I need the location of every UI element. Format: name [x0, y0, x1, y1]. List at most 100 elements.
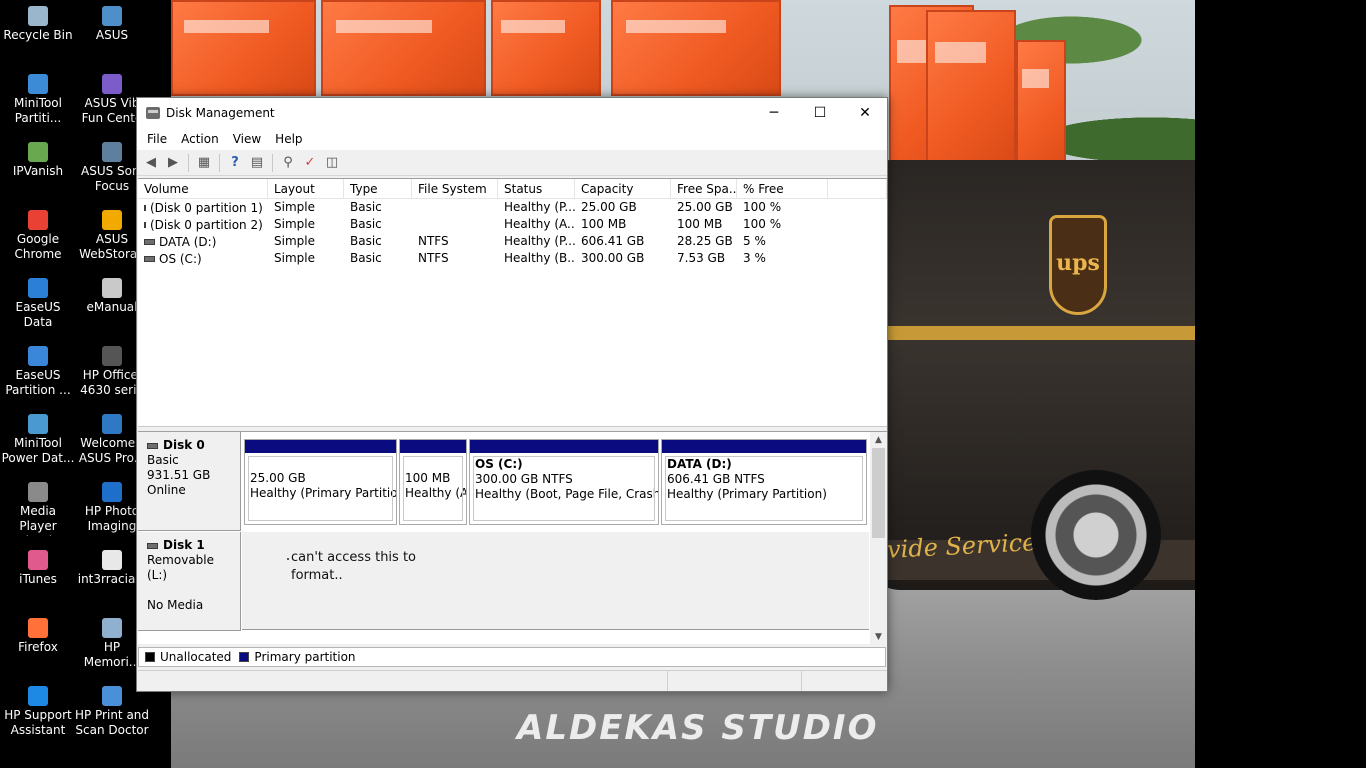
- column-status[interactable]: Status: [498, 179, 575, 198]
- cell-status: Healthy (P...: [504, 234, 575, 248]
- desktop-icon-ipvanish[interactable]: IPVanish: [0, 142, 76, 179]
- column-layout[interactable]: Layout: [268, 179, 344, 198]
- desktop-icon-minitool[interactable]: MiniTool Partiti...: [0, 74, 76, 126]
- checklist-icon[interactable]: ✓: [300, 153, 320, 173]
- column-type[interactable]: Type: [344, 179, 412, 198]
- annotation-line-1: can't access this to: [291, 550, 416, 565]
- desktop-icon-chrome[interactable]: Google Chrome: [0, 210, 76, 262]
- menu-view[interactable]: View: [226, 132, 268, 146]
- table-row[interactable]: DATA (D:) Simple Basic NTFS Healthy (P... 606…: [138, 233, 887, 250]
- close-button[interactable]: ✕: [842, 98, 888, 128]
- column-free-space[interactable]: Free Spa...: [671, 179, 737, 198]
- disk-area-scrollbar[interactable]: ▲ ▼: [870, 432, 887, 644]
- chrome-icon: [28, 210, 48, 230]
- asus-vibe-icon: [102, 74, 122, 94]
- desktop-icon-label: MiniTool Power Dat...: [1, 436, 75, 465]
- cell-capacity: 100 MB: [581, 217, 627, 231]
- table-row[interactable]: (Disk 0 partition 2) Simple Basic Healthy (…: [138, 216, 887, 233]
- connect-icon[interactable]: ⚲: [278, 153, 298, 173]
- desktop-icon-itunes[interactable]: iTunes: [0, 550, 76, 587]
- disk-1-empty-area[interactable]: can't access this to format..: [242, 532, 869, 630]
- column-volume[interactable]: Volume: [138, 179, 268, 198]
- annotation-line-2: format..: [291, 568, 343, 583]
- table-row[interactable]: (Disk 0 partition 1) Simple Basic Healthy (…: [138, 199, 887, 216]
- desktop-icon-recycle-bin[interactable]: Recycle Bin: [0, 6, 76, 43]
- column-capacity[interactable]: Capacity: [575, 179, 671, 198]
- minimize-button[interactable]: ─: [751, 98, 797, 128]
- desktop-icon-hp-support[interactable]: HP Support Assistant: [0, 686, 76, 738]
- disk-0-partition-os[interactable]: OS (C:) 300.00 GB NTFS Healthy (Boot, Pa…: [469, 439, 659, 525]
- removable-drive-icon: [147, 542, 158, 549]
- desktop-icon-label: IPVanish: [12, 164, 64, 178]
- legend-primary-label: Primary partition: [254, 650, 356, 664]
- desktop-icon-label: Google Chrome: [14, 232, 62, 261]
- settings-panel-icon[interactable]: ◫: [322, 153, 342, 173]
- desktop-icon-easeus[interactable]: EaseUS Data Recovery ...: [0, 278, 76, 332]
- cell-percent-free: 3 %: [743, 251, 766, 265]
- scroll-up-arrow-icon[interactable]: ▲: [870, 432, 887, 447]
- disk-0-partition-2[interactable]: 100 MB Healthy (A: [399, 439, 467, 525]
- column-file-system[interactable]: File System: [412, 179, 498, 198]
- column-percent-free[interactable]: % Free: [737, 179, 828, 198]
- cell-percent-free: 100 %: [743, 200, 782, 214]
- menu-help[interactable]: Help: [268, 132, 309, 146]
- cell-volume: (Disk 0 partition 2): [138, 216, 268, 233]
- volume-name: DATA (D:): [159, 234, 217, 249]
- cell-file-system: [412, 199, 498, 216]
- help-icon[interactable]: ?: [225, 153, 245, 173]
- cell-type: Basic: [350, 217, 382, 231]
- back-arrow-icon[interactable]: ◀: [141, 153, 161, 173]
- menu-action[interactable]: Action: [174, 132, 226, 146]
- desktop-icon-label: EaseUS Data Recovery ...: [3, 300, 74, 332]
- desktop-icon-label: ASUS: [95, 28, 129, 42]
- properties-icon[interactable]: ▤: [247, 153, 267, 173]
- scrollbar-thumb[interactable]: [872, 448, 885, 538]
- media-player-icon: [28, 482, 48, 502]
- file-icon: [102, 550, 122, 570]
- volume-list-header: Volume Layout Type File System Status Ca…: [138, 179, 887, 199]
- show-hide-tree-icon[interactable]: ▦: [194, 153, 214, 173]
- disk-1-info[interactable]: Disk 1 Removable (L:) No Media: [138, 532, 241, 631]
- desktop-icon-minitool-power[interactable]: MiniTool Power Dat...: [0, 414, 76, 466]
- wallpaper-crate: [926, 10, 1016, 165]
- cell-status: Healthy (P...: [504, 200, 575, 214]
- title-bar[interactable]: Disk Management ─ ☐ ✕: [137, 98, 887, 128]
- cell-file-system: NTFS: [418, 234, 449, 248]
- disk-0-state: Online: [147, 483, 186, 497]
- window-title: Disk Management: [166, 106, 275, 120]
- disk-0-info[interactable]: Disk 0 Basic 931.51 GB Online: [138, 432, 241, 531]
- wallpaper-crate: [491, 0, 601, 96]
- volume-name: (Disk 0 partition 2): [150, 217, 263, 232]
- hp-memories-icon: [102, 618, 122, 638]
- wallpaper-crate: [611, 0, 781, 96]
- cell-volume: DATA (D:): [138, 233, 268, 250]
- maximize-button[interactable]: ☐: [797, 98, 843, 128]
- desktop-icon-label: Media Player Classic: [17, 504, 59, 536]
- toolbar-separator: [188, 153, 189, 172]
- disk-1-state: No Media: [147, 598, 204, 612]
- disk-0-row: Disk 0 Basic 931.51 GB Online 25.00 GB H…: [138, 432, 869, 531]
- disk-0-partition-data[interactable]: DATA (D:) 606.41 GB NTFS Healthy (Primar…: [661, 439, 867, 525]
- desktop-icon-asus[interactable]: ASUS: [74, 6, 150, 43]
- itunes-icon: [28, 550, 48, 570]
- volume-drive-icon: [144, 238, 155, 245]
- desktop-icon-label: HP Print and Scan Doctor: [74, 708, 150, 737]
- cell-layout: Simple: [274, 234, 315, 248]
- volume-rows: (Disk 0 partition 1) Simple Basic Healthy (…: [138, 199, 887, 267]
- desktop-icon-easeus-partition[interactable]: EaseUS Partition ...: [0, 346, 76, 398]
- desktop-icon-media-player[interactable]: Media Player Classic: [0, 482, 76, 536]
- scroll-down-arrow-icon[interactable]: ▼: [870, 629, 887, 644]
- disk-management-app-icon: [146, 107, 160, 119]
- desktop-icon-firefox[interactable]: Firefox: [0, 618, 76, 655]
- desktop-icon-hp-print-doctor[interactable]: HP Print and Scan Doctor: [74, 686, 150, 738]
- volume-list[interactable]: Volume Layout Type File System Status Ca…: [138, 178, 887, 426]
- table-row[interactable]: OS (C:) Simple Basic NTFS Healthy (B... 300.0…: [138, 250, 887, 267]
- disk-1-name: Disk 1: [163, 538, 205, 552]
- status-bar: [138, 670, 887, 691]
- forward-arrow-icon[interactable]: ▶: [163, 153, 183, 173]
- legend-primary: Primary partition: [239, 650, 356, 664]
- cell-type: Basic: [350, 200, 382, 214]
- easeus-partition-icon: [28, 346, 48, 366]
- disk-0-partition-1[interactable]: 25.00 GB Healthy (Primary Partition): [244, 439, 397, 525]
- menu-file[interactable]: File: [140, 132, 174, 146]
